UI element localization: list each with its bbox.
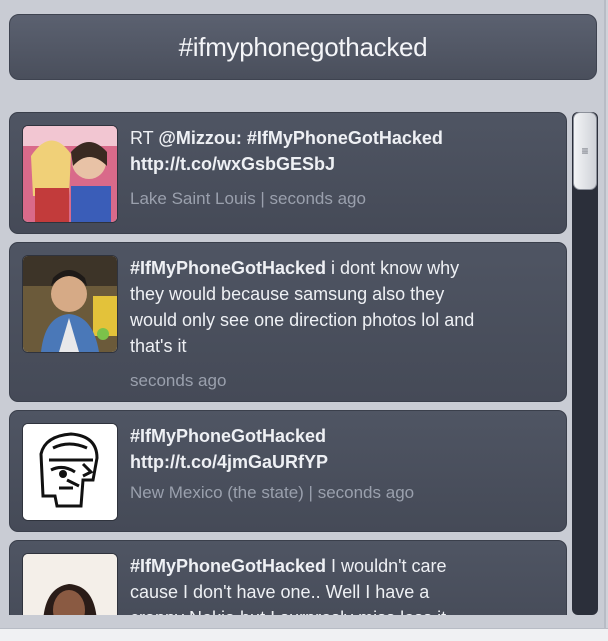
tweet-hashtag[interactable]: #IfMyPhoneGotHacked xyxy=(130,426,326,446)
tweet-card[interactable]: RT @Mizzou: #IfMyPhoneGotHacked http://t… xyxy=(9,112,567,234)
tweet-feed[interactable]: RT @Mizzou: #IfMyPhoneGotHacked http://t… xyxy=(9,112,569,615)
bottom-border xyxy=(0,628,608,641)
tweet-text: #IfMyPhoneGotHacked i dont know why they… xyxy=(130,258,475,356)
tweet-link[interactable]: http://t.co/wxGsbGESbJ xyxy=(130,154,335,174)
tweet-link[interactable]: http://t.co/4jmGaURfYP xyxy=(130,452,328,472)
tweet-hashtag[interactable]: #IfMyPhoneGotHacked xyxy=(130,556,326,576)
avatar[interactable] xyxy=(22,553,118,615)
hashtag-title: #ifmyphonegothacked xyxy=(178,31,428,62)
tweet-mention[interactable]: @Mizzou: #IfMyPhoneGotHacked xyxy=(158,128,443,148)
tweet-text: RT @Mizzou: #IfMyPhoneGotHacked http://t… xyxy=(130,128,443,174)
hashtag-header: #ifmyphonegothacked xyxy=(9,14,597,80)
tweet-card[interactable]: #IfMyPhoneGotHacked i dont know why they… xyxy=(9,242,567,402)
avatar[interactable] xyxy=(22,255,118,353)
grip-icon: ≡ xyxy=(581,144,589,158)
tweet-meta: Lake Saint Louis | seconds ago xyxy=(130,189,366,208)
tweet-text: #IfMyPhoneGotHacked http://t.co/4jmGaURf… xyxy=(130,423,558,475)
tweet-meta: seconds ago xyxy=(130,371,227,390)
tweet-text: #IfMyPhoneGotHacked I wouldn't care caus… xyxy=(130,556,447,615)
avatar[interactable] xyxy=(22,125,118,223)
tweet-card[interactable]: #IfMyPhoneGotHacked http://t.co/4jmGaURf… xyxy=(9,410,567,532)
tweet-meta: New Mexico (the state) | seconds ago xyxy=(130,483,415,502)
feed-scrollbar[interactable]: ≡ xyxy=(572,112,598,615)
scrollbar-thumb[interactable]: ≡ xyxy=(573,112,597,190)
avatar[interactable] xyxy=(22,423,118,521)
tweet-hashtag[interactable]: #IfMyPhoneGotHacked xyxy=(130,258,326,278)
tweet-card[interactable]: #IfMyPhoneGotHacked I wouldn't care caus… xyxy=(9,540,567,615)
